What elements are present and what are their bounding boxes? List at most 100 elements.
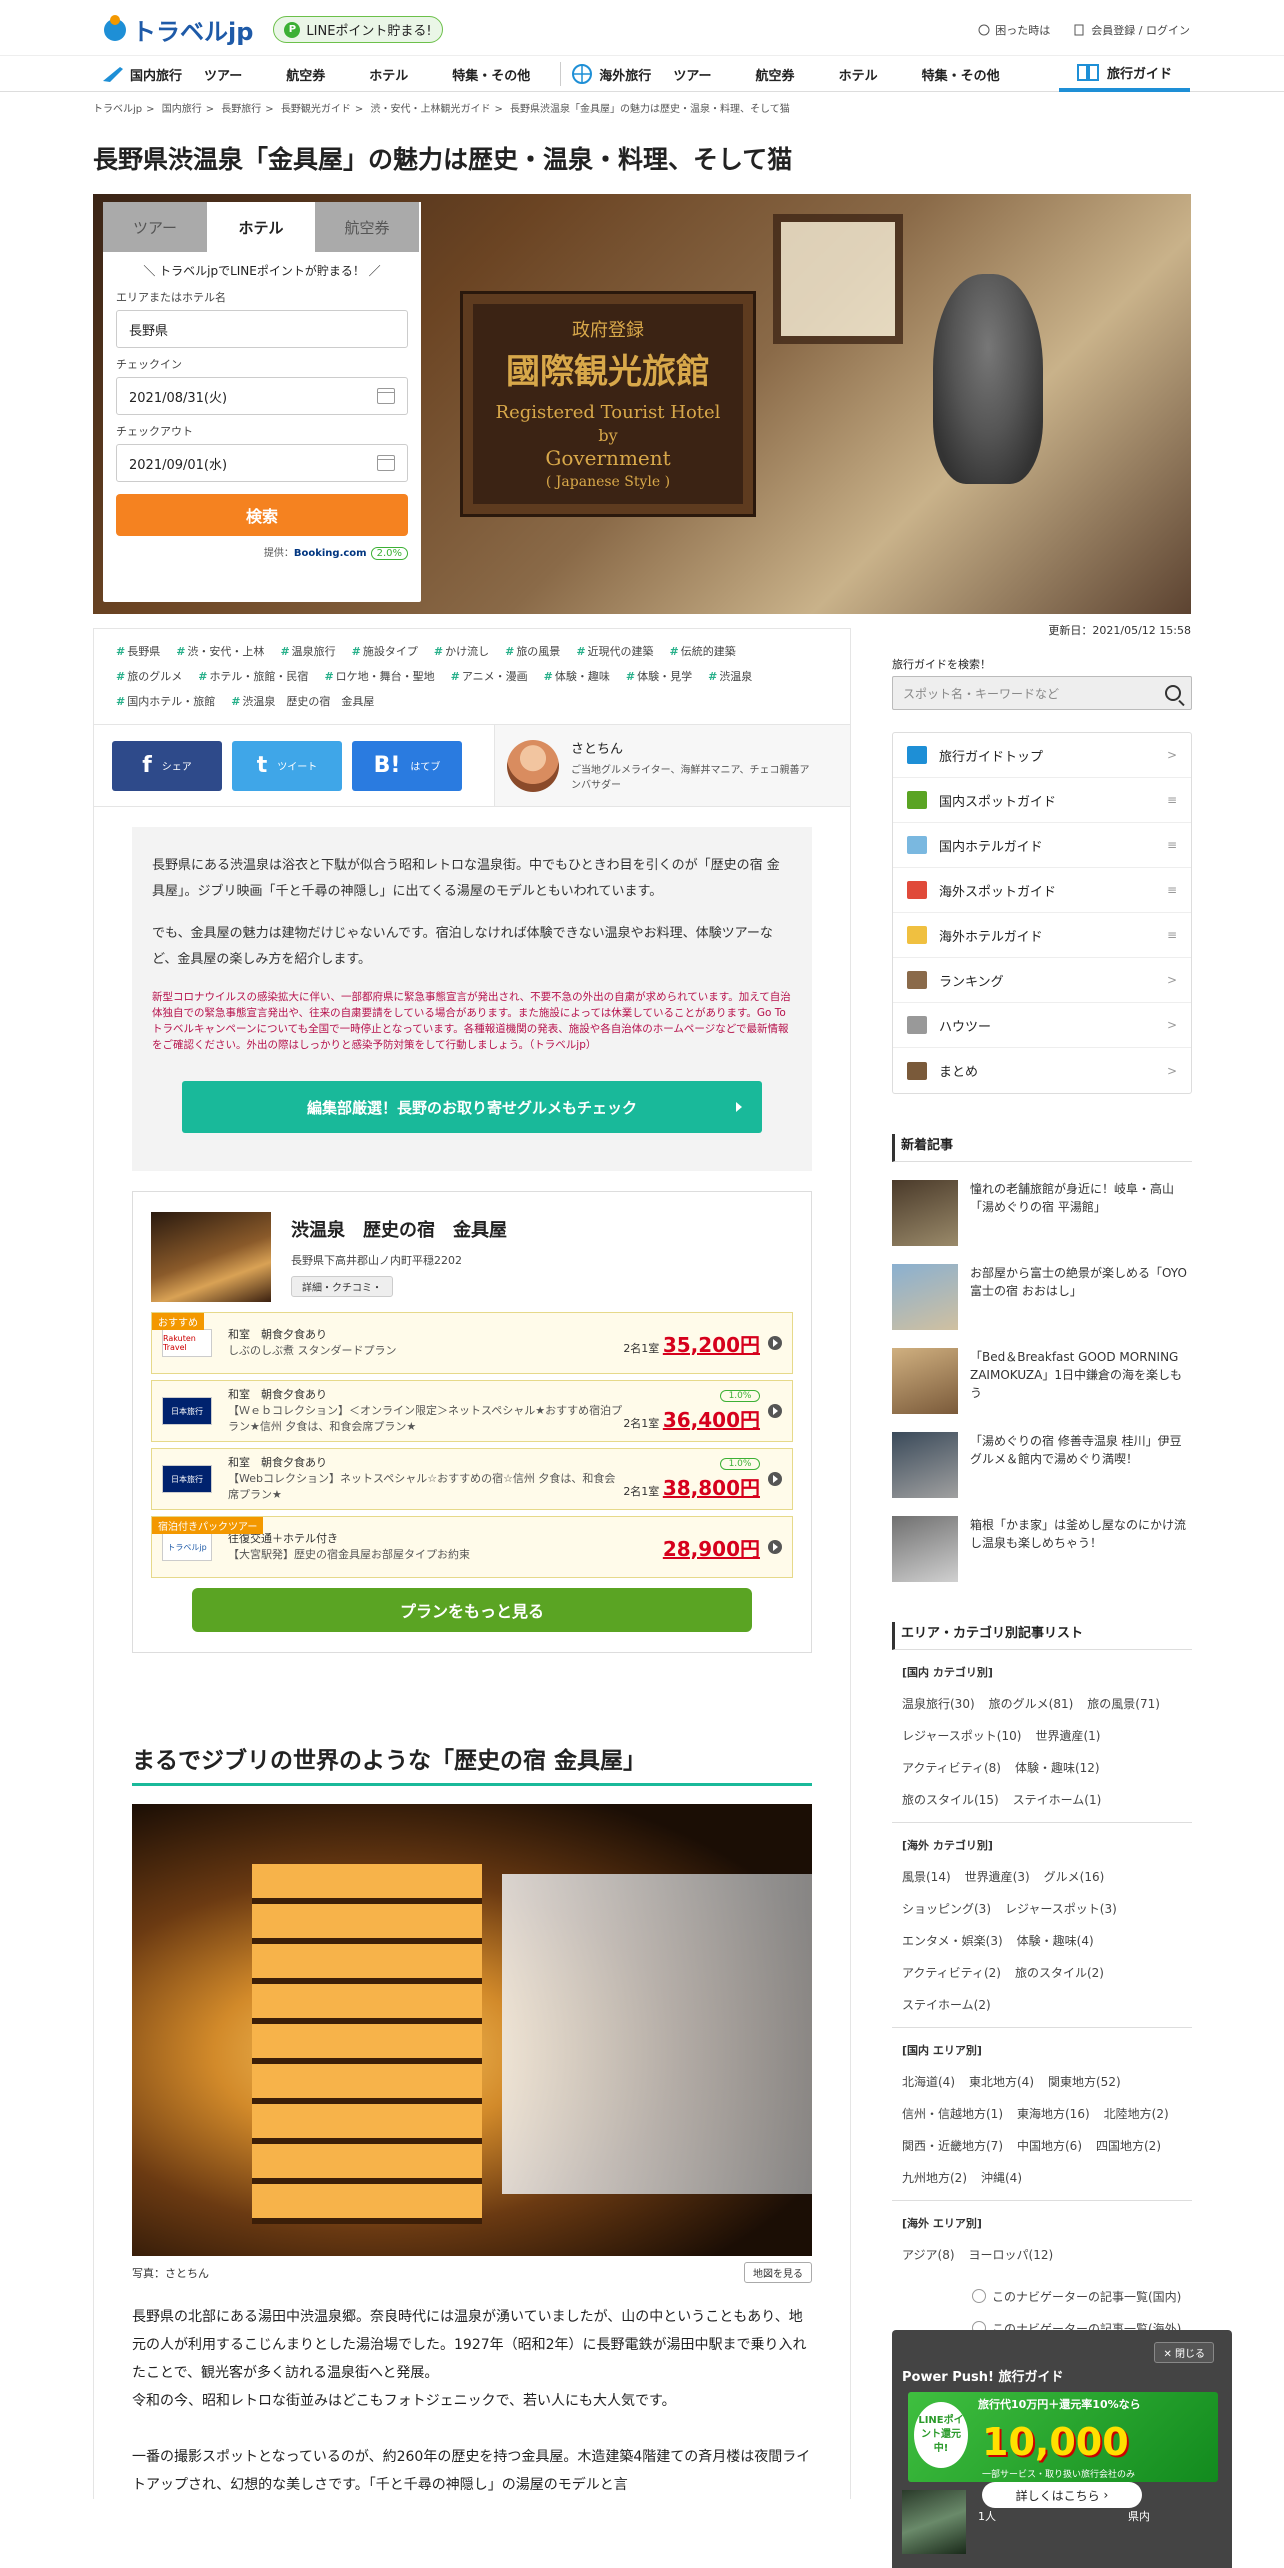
guide-menu-item[interactable]: ランキング >: [893, 958, 1191, 1003]
category-link[interactable]: 温泉旅行(30): [902, 1697, 975, 1711]
category-link[interactable]: ヨーロッパ(12): [969, 2248, 1054, 2262]
category-link[interactable]: レジャースポット(10): [902, 1729, 1021, 1743]
breadcrumb-item[interactable]: 渋・安代・上林観光ガイド: [370, 104, 490, 115]
checkin-input[interactable]: 2021/08/31(火): [116, 377, 408, 415]
breadcrumb-item[interactable]: 国内旅行: [162, 104, 202, 115]
calendar-icon[interactable]: [377, 455, 395, 471]
guide-menu-item[interactable]: 旅行ガイドトップ >: [893, 733, 1191, 778]
login-link[interactable]: 会員登録 / ログイン: [1074, 22, 1190, 38]
map-button[interactable]: 地図を見る: [744, 2262, 812, 2283]
twitter-share-button[interactable]: t ツイート: [232, 740, 342, 791]
category-link[interactable]: 関東地方(52): [1048, 2075, 1121, 2089]
news-item[interactable]: 箱根「かま家」は釜めし屋なのにかけ流し温泉も楽しめちゃう！: [892, 1516, 1192, 1582]
nav-overseas-special[interactable]: 特集・その他: [900, 65, 1022, 84]
category-link[interactable]: 北陸地方(2): [1104, 2107, 1169, 2121]
line-points-badge[interactable]: P LINEポイント貯まる!: [273, 16, 443, 43]
category-link[interactable]: 体験・趣味(4): [1017, 1934, 1094, 1948]
guide-menu-item[interactable]: ハウツー >: [893, 1003, 1191, 1048]
hotel-image[interactable]: [151, 1212, 271, 1302]
category-link[interactable]: 旅のグルメ(81): [989, 1697, 1074, 1711]
tag-link[interactable]: 体験・見学: [626, 670, 692, 683]
guide-menu-item[interactable]: 海外スポットガイド ≡: [893, 868, 1191, 913]
tag-link[interactable]: 渋温泉 歴史の宿 金具屋: [231, 695, 374, 708]
nav-overseas[interactable]: 海外旅行: [599, 65, 651, 84]
tag-link[interactable]: 旅のグルメ: [116, 670, 182, 683]
news-item[interactable]: お部屋から富士の絶景が楽しめる「OYO 富士の宿 おおはし」: [892, 1264, 1192, 1330]
breadcrumb-item[interactable]: 長野旅行: [221, 104, 261, 115]
category-link[interactable]: 九州地方(2): [902, 2171, 967, 2185]
category-link[interactable]: 世界遺産(1): [1035, 1729, 1100, 1743]
tab-air[interactable]: 航空券: [315, 202, 421, 252]
author-box[interactable]: さとちん ご当地グルメライター、海鮮丼マニア、チェコ親善アンバサダー: [494, 725, 850, 806]
tag-link[interactable]: アニメ・漫画: [451, 670, 528, 683]
guide-menu-item[interactable]: まとめ >: [893, 1048, 1191, 1093]
tag-link[interactable]: 近現代の建築: [576, 645, 653, 658]
tag-link[interactable]: 旅の風景: [505, 645, 560, 658]
tag-link[interactable]: 渋温泉: [708, 670, 752, 683]
plan-row[interactable]: 宿泊付きパックツアー トラベルjp 往復交通＋ホテル付き 【大宮駅発】歴史の宿金具屋お…: [151, 1516, 793, 1578]
close-button[interactable]: ✕ 閉じる: [1154, 2342, 1214, 2363]
nav-domestic[interactable]: 国内旅行: [130, 65, 182, 84]
hotel-detail-button[interactable]: 詳細・クチコミ・: [291, 1276, 393, 1297]
plan-row[interactable]: 日本旅行 和室 朝食夕食あり 【Webコレクション】ネットスペシャル☆おすすめの宿☆…: [151, 1448, 793, 1510]
guide-search-input[interactable]: スポット名・キーワードなど: [892, 676, 1192, 710]
tag-link[interactable]: かけ流し: [434, 645, 489, 658]
category-link[interactable]: 旅のスタイル(2): [1015, 1966, 1104, 1980]
nav-domestic-tour[interactable]: ツアー: [182, 65, 264, 84]
arrow-right-icon[interactable]: [768, 1336, 782, 1350]
category-link[interactable]: ショッピング(3): [902, 1902, 991, 1916]
tag-link[interactable]: 温泉旅行: [280, 645, 335, 658]
news-item[interactable]: 「Bed＆Breakfast GOOD MORNING ZAIMOKUZA」1日…: [892, 1348, 1192, 1414]
navigator-link-domestic[interactable]: このナビゲーターの記事一覧(国内): [972, 2281, 1192, 2313]
line-campaign-banner[interactable]: LINEポイント還元中! 旅行代10万円＋還元率10%なら 10,000 一部サ…: [908, 2392, 1218, 2482]
gourmet-button[interactable]: 編集部厳選！長野のお取り寄せグルメもチェック: [182, 1081, 762, 1133]
tag-link[interactable]: 体験・趣味: [544, 670, 610, 683]
arrow-right-icon[interactable]: [768, 1404, 782, 1418]
tag-link[interactable]: ロケ地・舞台・聖地: [324, 670, 434, 683]
category-link[interactable]: 四国地方(2): [1096, 2139, 1161, 2153]
arrow-right-icon[interactable]: [768, 1540, 782, 1554]
nav-overseas-tour[interactable]: ツアー: [651, 65, 733, 84]
nav-domestic-special[interactable]: 特集・その他: [430, 65, 552, 84]
category-link[interactable]: アジア(8): [902, 2248, 955, 2262]
tag-link[interactable]: 施設タイプ: [352, 645, 418, 658]
tag-link[interactable]: 長野県: [116, 645, 160, 658]
category-link[interactable]: 旅のスタイル(15): [902, 1793, 999, 1807]
news-item[interactable]: 憧れの老舗旅館が身近に！岐阜・高山「湯めぐりの宿 平湯館」: [892, 1180, 1192, 1246]
tag-link[interactable]: 渋・安代・上林: [176, 645, 264, 658]
hotel-name[interactable]: 渋温泉 歴史の宿 金具屋: [291, 1216, 507, 1242]
category-link[interactable]: エンタメ・娯楽(3): [902, 1934, 1003, 1948]
category-link[interactable]: グルメ(16): [1044, 1870, 1105, 1884]
guide-menu-item[interactable]: 国内スポットガイド ≡: [893, 778, 1191, 823]
more-plans-button[interactable]: プランをもっと見る: [192, 1588, 752, 1632]
checkout-input[interactable]: 2021/09/01(水): [116, 444, 408, 482]
tab-hotel[interactable]: ホテル: [209, 202, 315, 252]
arrow-right-icon[interactable]: [768, 1472, 782, 1486]
category-link[interactable]: レジャースポット(3): [1005, 1902, 1117, 1916]
nav-overseas-air[interactable]: 航空券: [734, 65, 817, 84]
category-link[interactable]: 体験・趣味(12): [1015, 1761, 1100, 1775]
news-item[interactable]: 「湯めぐりの宿 修善寺温泉 桂川」伊豆グルメ＆館内で湯めぐり満喫！: [892, 1432, 1192, 1498]
detail-button[interactable]: 詳しくはこちら ›: [982, 2482, 1142, 2508]
category-link[interactable]: ステイホーム(1): [1013, 1793, 1102, 1807]
breadcrumb-item[interactable]: トラベルjp: [93, 104, 142, 115]
tag-link[interactable]: ホテル・旅館・民宿: [198, 670, 308, 683]
category-link[interactable]: 東海地方(16): [1017, 2107, 1090, 2121]
plan-row[interactable]: 日本旅行 和室 朝食夕食あり 【Ｗｅｂコレクション】＜オンライン限定＞ネットスペシャ…: [151, 1380, 793, 1442]
guide-menu-item[interactable]: 海外ホテルガイド ≡: [893, 913, 1191, 958]
category-link[interactable]: 中国地方(6): [1017, 2139, 1082, 2153]
hatena-share-button[interactable]: B! はてブ: [352, 740, 462, 791]
nav-domestic-hotel[interactable]: ホテル: [347, 65, 430, 84]
category-link[interactable]: 関西・近畿地方(7): [902, 2139, 1003, 2153]
guide-menu-item[interactable]: 国内ホテルガイド ≡: [893, 823, 1191, 868]
calendar-icon[interactable]: [377, 388, 395, 404]
category-link[interactable]: アクティビティ(2): [902, 1966, 1001, 1980]
site-logo[interactable]: トラベルjp P LINEポイント貯まる!: [104, 12, 443, 47]
category-link[interactable]: アクティビティ(8): [902, 1761, 1001, 1775]
category-link[interactable]: 信州・信越地方(1): [902, 2107, 1003, 2121]
facebook-share-button[interactable]: f シェア: [112, 740, 222, 791]
breadcrumb-item[interactable]: 長野観光ガイド: [281, 104, 351, 115]
search-button[interactable]: 検索: [116, 494, 408, 536]
nav-travel-guide[interactable]: 旅行ガイド: [1058, 56, 1190, 92]
category-link[interactable]: 風景(14): [902, 1870, 951, 1884]
